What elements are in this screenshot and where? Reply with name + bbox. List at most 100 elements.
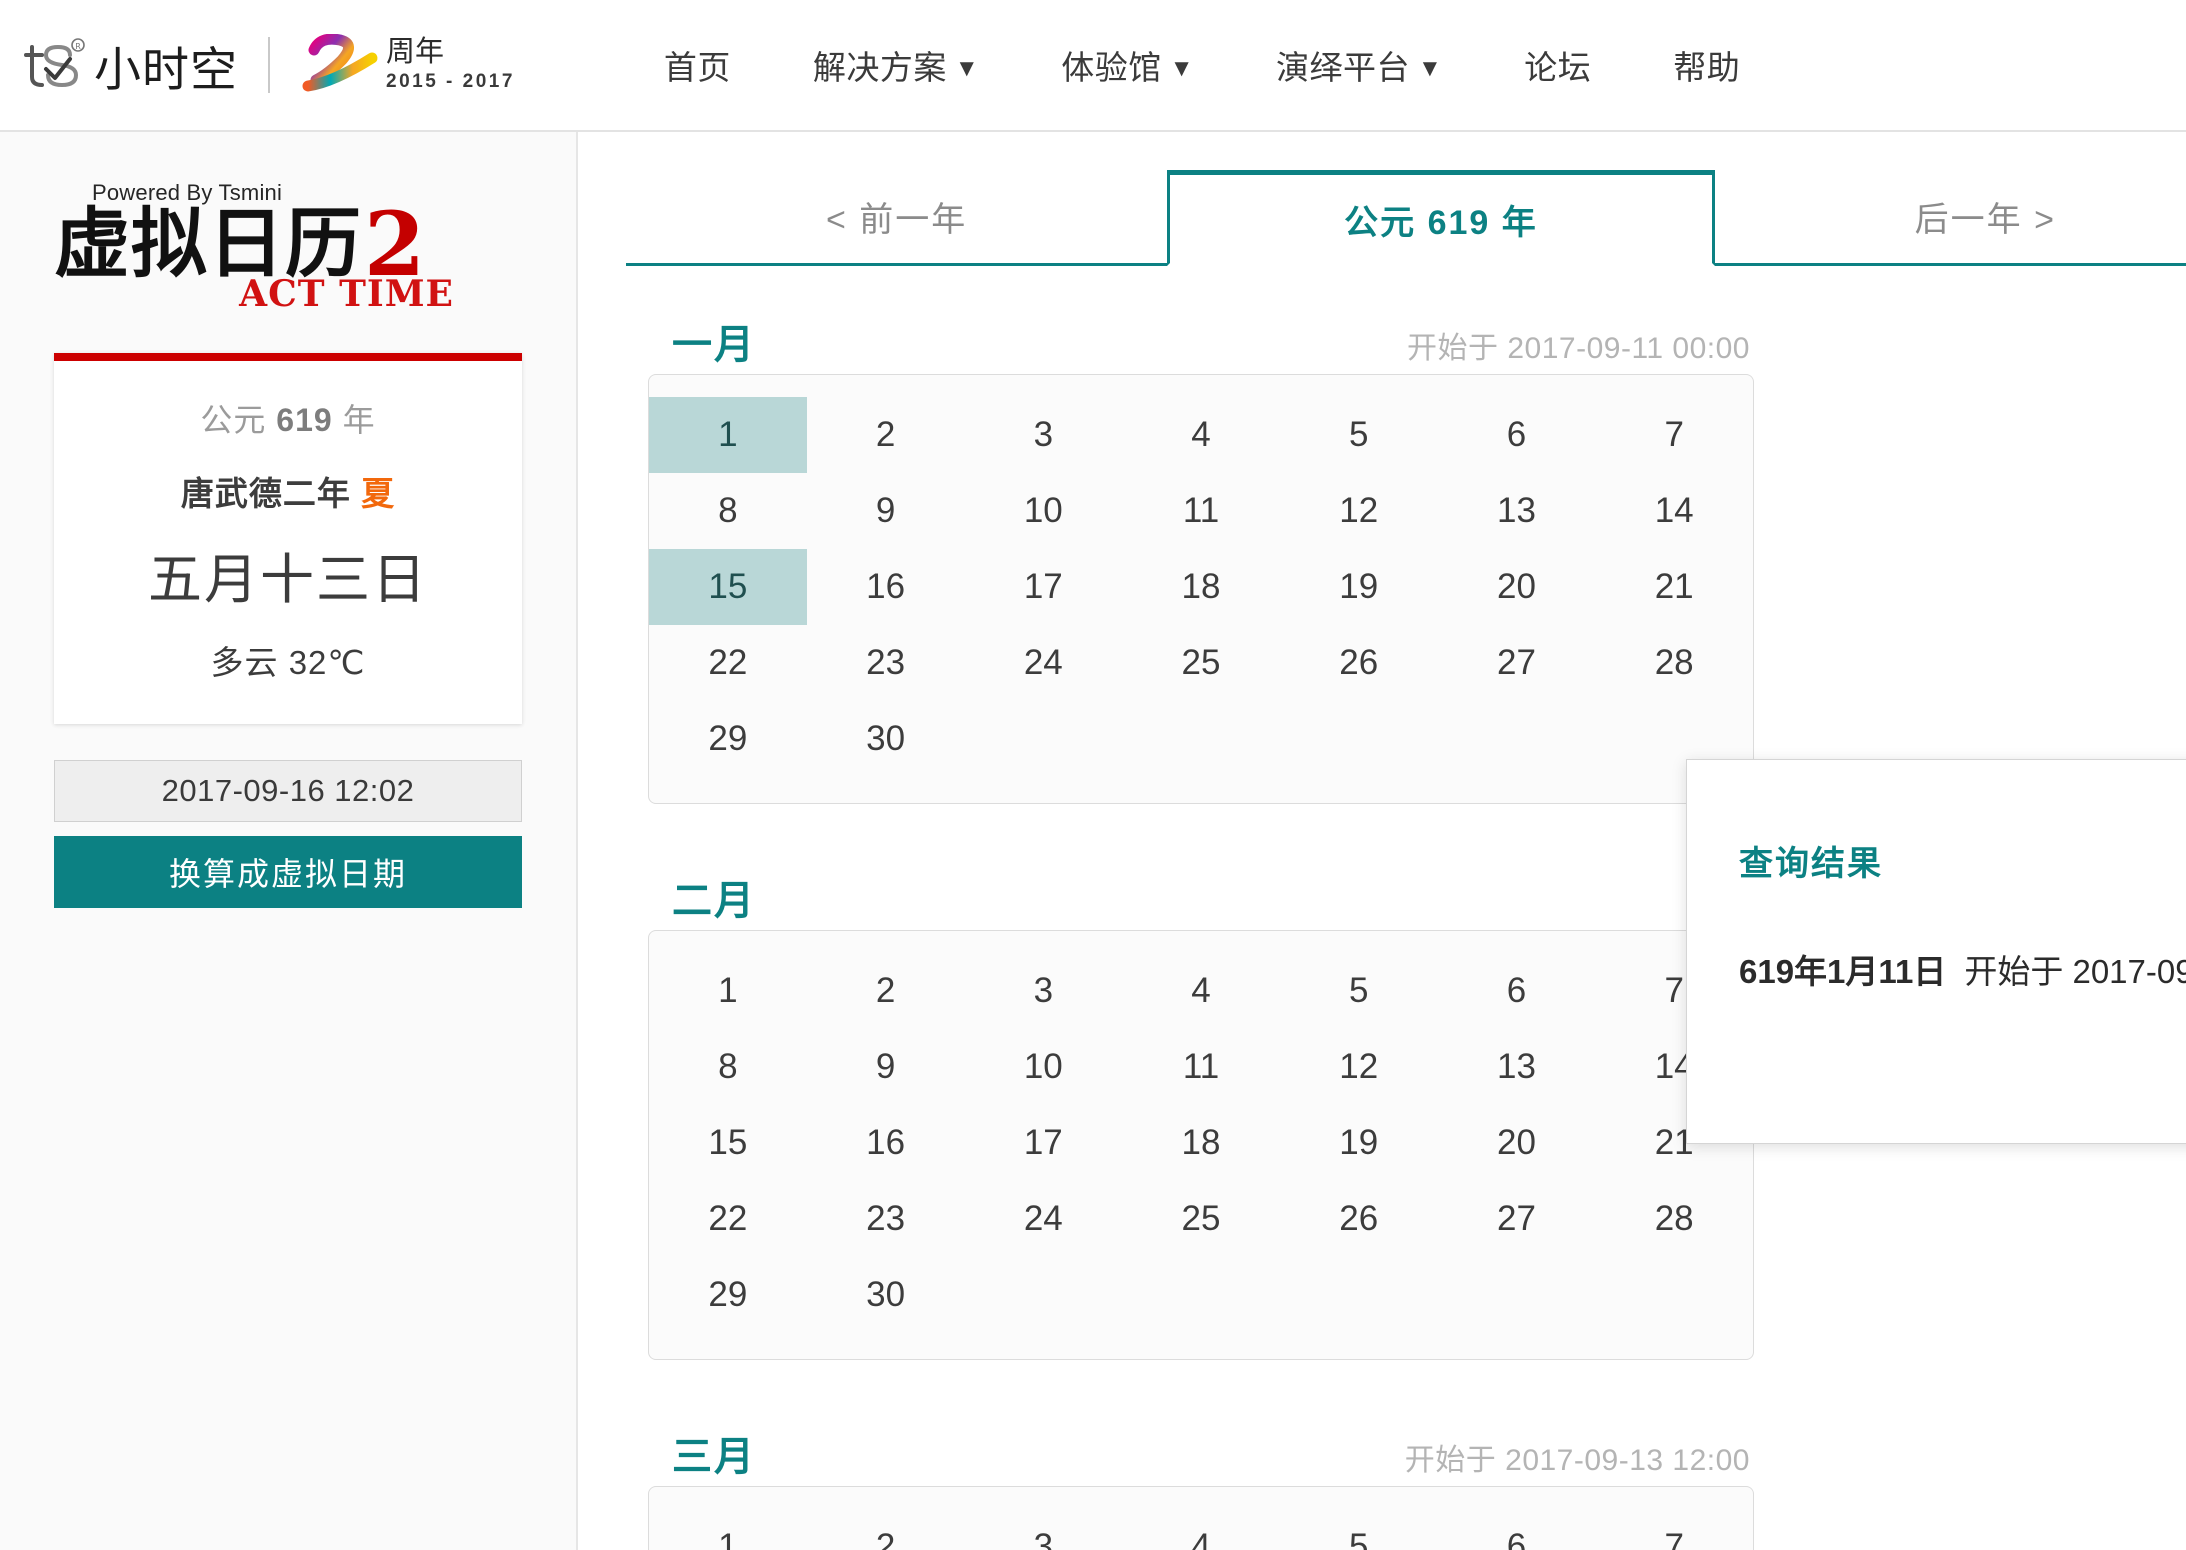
month-card: 三月开始于 2017-09-13 12:00123456789101112131…	[626, 1402, 1776, 1550]
week-row: 1234567	[649, 1509, 1753, 1550]
day-cell[interactable]: 6	[1438, 397, 1596, 473]
day-cell[interactable]: 11	[1122, 1029, 1280, 1105]
day-cell[interactable]: 19	[1280, 549, 1438, 625]
year-prefix: 公元	[200, 402, 267, 439]
day-cell[interactable]: 1	[649, 397, 807, 473]
year-tabs: < 前一年 公元 619 年 后一年 >	[626, 170, 2186, 266]
day-cell[interactable]: 8	[649, 473, 807, 549]
gregorian-year: 公元 619 年	[64, 395, 512, 441]
day-cell[interactable]: 28	[1595, 1181, 1753, 1257]
tab-previous-year[interactable]: < 前一年	[626, 170, 1168, 266]
day-cell[interactable]: 9	[807, 473, 965, 549]
nav-item-platform[interactable]: 演绎平台 ▼	[1235, 41, 1483, 89]
day-cell[interactable]: 21	[1595, 549, 1753, 625]
day-cell[interactable]: 2	[807, 1509, 965, 1550]
nav-item-forum[interactable]: 论坛	[1483, 41, 1632, 89]
nav-item-help[interactable]: 帮助	[1632, 41, 1781, 89]
day-cell[interactable]: 4	[1122, 953, 1280, 1029]
day-cell[interactable]: 3	[964, 397, 1122, 473]
day-cell[interactable]: 4	[1122, 397, 1280, 473]
tab-current-year[interactable]: 公元 619 年	[1167, 170, 1715, 266]
convert-to-virtual-date-button[interactable]: 换算成虚拟日期	[54, 836, 522, 909]
week-row: 22 23 24 25 26 27 28	[649, 625, 1753, 701]
day-cell[interactable]: 8	[649, 1029, 807, 1105]
nav-item-home[interactable]: 首页	[623, 41, 772, 89]
day-cell[interactable]: 27	[1438, 625, 1596, 701]
day-cell[interactable]: 1	[649, 1509, 807, 1550]
day-cell[interactable]: 28	[1595, 625, 1753, 701]
day-cell[interactable]: 7	[1595, 1509, 1753, 1550]
day-cell-empty	[964, 701, 1122, 777]
tab-next-year[interactable]: 后一年 >	[1714, 170, 2186, 266]
virtual-calendar-title: 虚拟日历	[54, 199, 362, 288]
day-cell[interactable]: 30	[807, 1257, 965, 1333]
month-name: 一月	[672, 323, 756, 367]
month-day-grid: 1234567891011121314151617181920212223242…	[648, 374, 1754, 804]
day-cell[interactable]: 6	[1438, 1509, 1596, 1550]
day-cell[interactable]: 18	[1122, 549, 1280, 625]
day-cell[interactable]: 17	[964, 1105, 1122, 1181]
tab-label: 后一年 >	[1914, 201, 2056, 239]
day-cell[interactable]: 22	[649, 1181, 807, 1257]
day-cell[interactable]: 5	[1280, 1509, 1438, 1550]
day-cell[interactable]: 23	[807, 1181, 965, 1257]
day-cell-empty	[1438, 1257, 1596, 1333]
dialog-result-date: 619年1月11日	[1739, 953, 1947, 990]
day-cell[interactable]: 13	[1438, 473, 1596, 549]
day-cell[interactable]: 12	[1280, 473, 1438, 549]
dialog-result-start: 开始于 2017-09-11 10:00	[1964, 953, 2186, 990]
day-cell[interactable]: 11	[1122, 473, 1280, 549]
day-cell[interactable]: 20	[1438, 549, 1596, 625]
day-cell[interactable]: 25	[1122, 1181, 1280, 1257]
day-cell[interactable]: 27	[1438, 1181, 1596, 1257]
day-cell[interactable]: 15	[649, 1105, 807, 1181]
day-cell[interactable]: 3	[964, 953, 1122, 1029]
day-cell[interactable]: 26	[1280, 1181, 1438, 1257]
day-cell-empty	[1595, 1257, 1753, 1333]
tsmini-logo-icon: R	[22, 33, 88, 97]
day-cell[interactable]: 29	[649, 1257, 807, 1333]
day-cell[interactable]: 16	[807, 549, 965, 625]
day-cell[interactable]: 18	[1122, 1105, 1280, 1181]
month-header: 一月 开始于 2017-09-11 00:00	[626, 290, 1776, 374]
day-cell[interactable]: 30	[807, 701, 965, 777]
year-value: 619	[276, 402, 333, 439]
day-cell[interactable]: 25	[1122, 625, 1280, 701]
day-cell[interactable]: 24	[964, 1181, 1122, 1257]
brand-divider	[268, 37, 270, 93]
day-cell[interactable]: 9	[807, 1029, 965, 1105]
day-cell[interactable]: 24	[964, 625, 1122, 701]
day-cell[interactable]: 12	[1280, 1029, 1438, 1105]
day-cell[interactable]: 7	[1595, 397, 1753, 473]
day-cell[interactable]: 16	[807, 1105, 965, 1181]
day-cell[interactable]: 4	[1122, 1509, 1280, 1550]
day-cell[interactable]: 6	[1438, 953, 1596, 1029]
day-cell[interactable]: 29	[649, 701, 807, 777]
day-cell[interactable]: 14	[1595, 473, 1753, 549]
day-cell[interactable]: 1	[649, 953, 807, 1029]
nav-item-label: 首页	[663, 49, 731, 86]
day-cell[interactable]: 17	[964, 549, 1122, 625]
day-cell[interactable]: 10	[964, 1029, 1122, 1105]
day-cell[interactable]: 15	[649, 549, 807, 625]
virtual-calendar-logo: Powered By Tsmini 虚拟日历 2 ACT TIME	[54, 132, 522, 315]
day-cell[interactable]: 22	[649, 625, 807, 701]
datetime-input[interactable]: 2017-09-16 12:02	[54, 760, 522, 823]
day-cell[interactable]: 26	[1280, 625, 1438, 701]
day-cell[interactable]: 5	[1280, 397, 1438, 473]
day-cell[interactable]: 2	[807, 397, 965, 473]
month-day-grid: 1234567891011121314151617181920212223242…	[648, 930, 1754, 1360]
nav-item-solutions[interactable]: 解决方案 ▼	[772, 41, 1020, 89]
datetime-input-value: 2017-09-16 12:02	[161, 773, 415, 809]
day-cell[interactable]: 20	[1438, 1105, 1596, 1181]
nav-item-experience[interactable]: 体验馆 ▼	[1020, 41, 1235, 89]
day-cell[interactable]: 23	[807, 625, 965, 701]
day-cell[interactable]: 2	[807, 953, 965, 1029]
day-cell[interactable]: 3	[964, 1509, 1122, 1550]
day-cell[interactable]: 13	[1438, 1029, 1596, 1105]
day-cell[interactable]: 19	[1280, 1105, 1438, 1181]
brand-logo[interactable]: R 小时空	[22, 0, 238, 130]
day-cell[interactable]: 10	[964, 473, 1122, 549]
month-header: 二月	[626, 846, 1776, 930]
day-cell[interactable]: 5	[1280, 953, 1438, 1029]
